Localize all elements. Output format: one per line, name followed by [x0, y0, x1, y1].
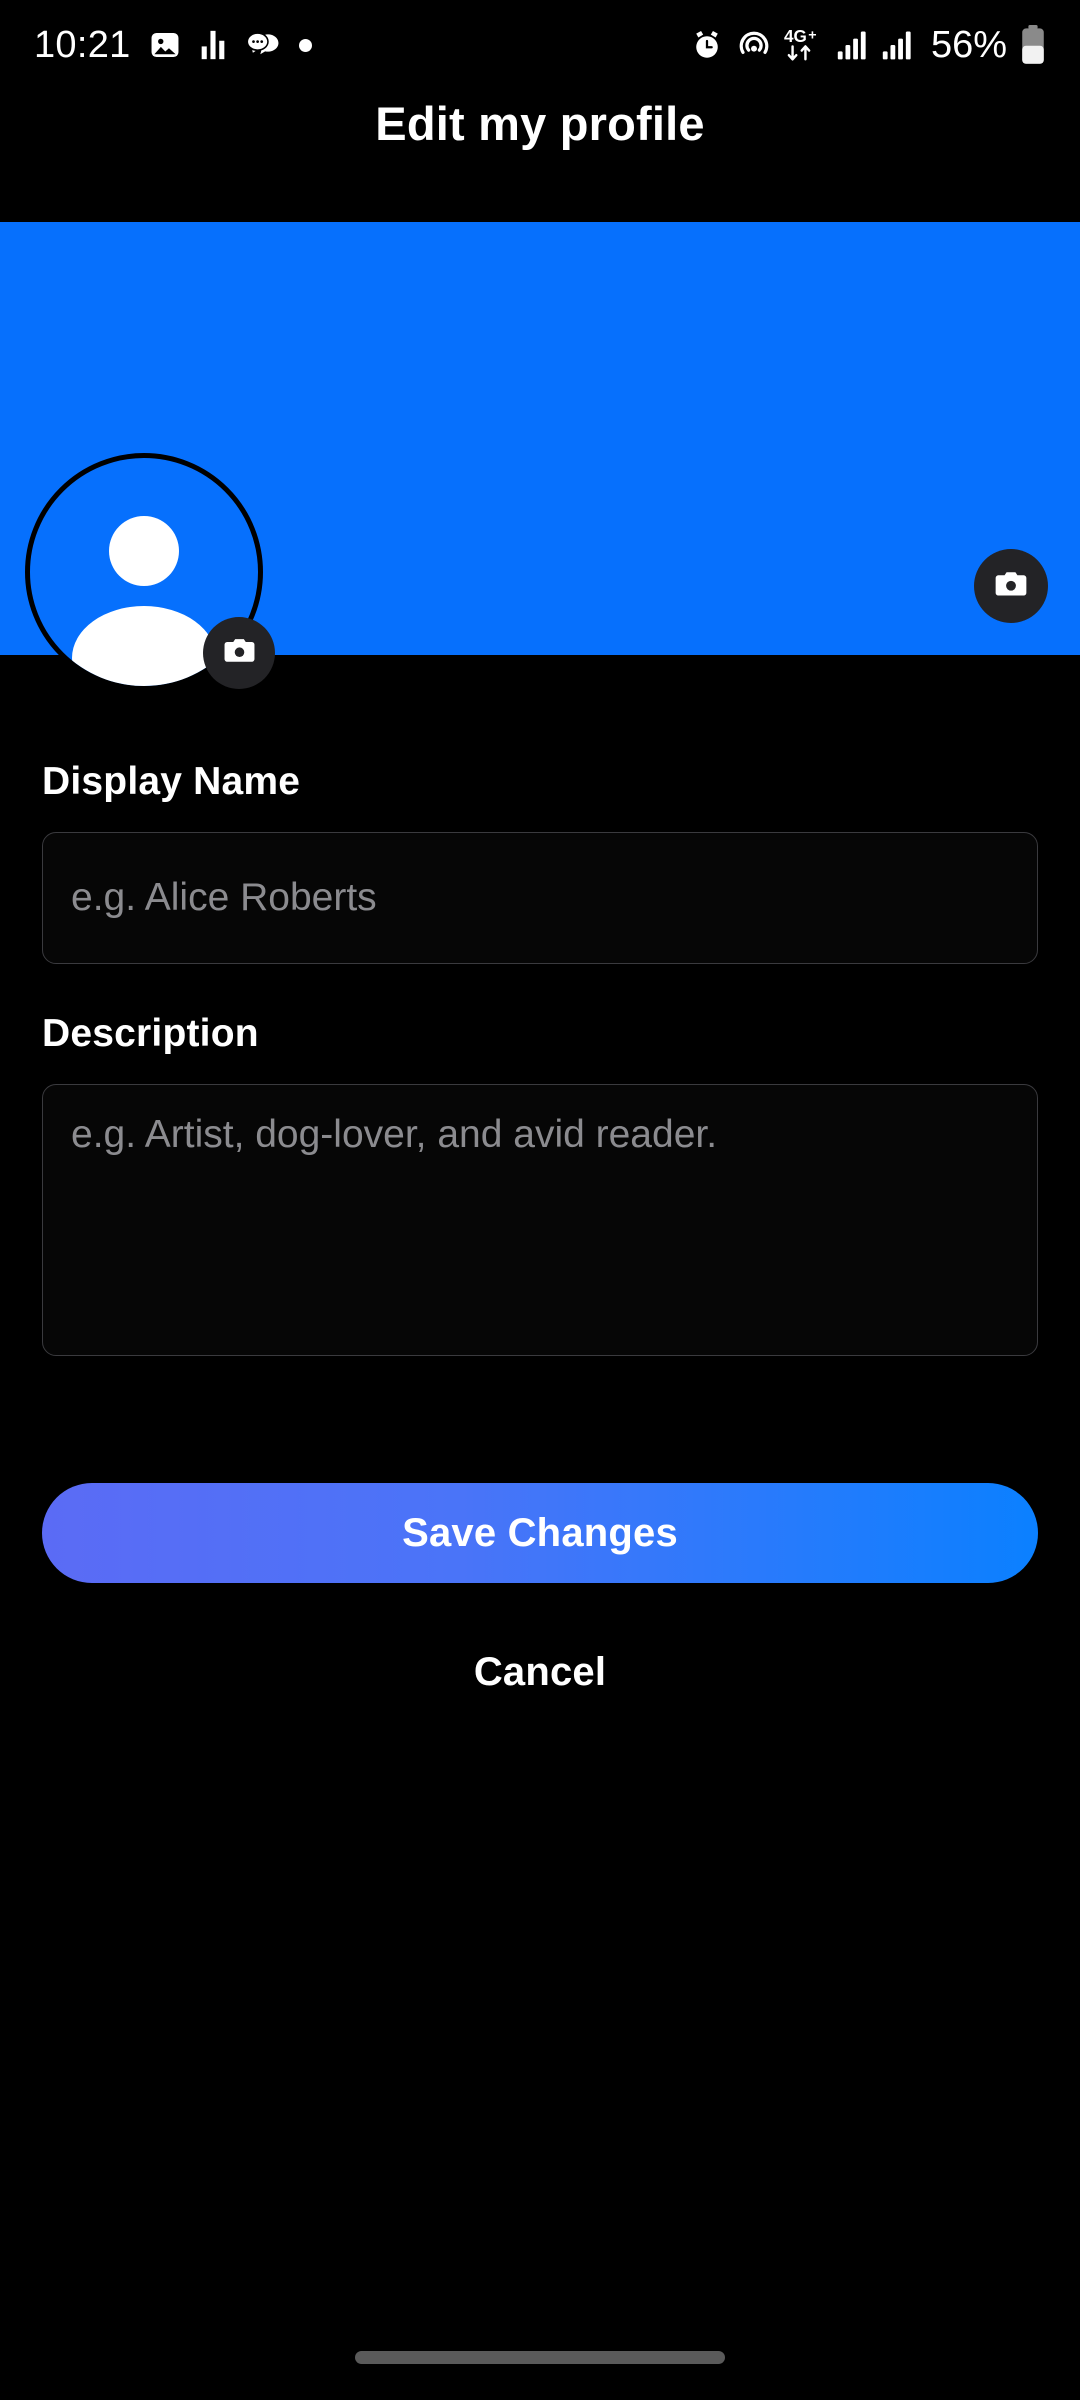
alarm-icon — [690, 28, 724, 62]
bar-chart-icon — [199, 28, 227, 62]
signal-bars-icon-1 — [837, 30, 869, 60]
display-name-placeholder: e.g. Alice Roberts — [71, 876, 377, 919]
avatar-change-photo-button[interactable] — [203, 617, 275, 689]
hotspot-icon — [737, 28, 771, 62]
display-name-label: Display Name — [42, 760, 301, 803]
save-changes-button[interactable]: Save Changes — [42, 1483, 1038, 1583]
status-bar: 10:21 4G + 56% — [0, 0, 1080, 90]
description-input[interactable]: e.g. Artist, dog-lover, and avid reader. — [42, 1084, 1038, 1356]
svg-text:4G: 4G — [784, 26, 807, 46]
description-placeholder: e.g. Artist, dog-lover, and avid reader. — [71, 1113, 718, 1156]
network-4gplus-icon: 4G + — [784, 26, 824, 64]
dot-icon — [298, 38, 312, 52]
status-bar-left: 10:21 — [34, 24, 312, 67]
home-indicator[interactable] — [355, 2351, 725, 2364]
phone-screen: 10:21 4G + 56% Edit my profile Display N… — [0, 0, 1080, 2400]
banner-change-photo-button[interactable] — [974, 549, 1048, 623]
avatar-container[interactable] — [25, 453, 275, 691]
battery-percent-label: 56% — [930, 23, 1007, 66]
display-name-input[interactable]: e.g. Alice Roberts — [42, 832, 1038, 964]
battery-icon — [1020, 25, 1046, 65]
chat-bubble-icon — [244, 28, 282, 62]
svg-text:+: + — [808, 27, 816, 43]
status-bar-right: 4G + 56% — [690, 24, 1046, 67]
cancel-button[interactable]: Cancel — [0, 1650, 1080, 1695]
signal-bars-icon-2 — [882, 30, 914, 60]
camera-icon — [221, 632, 258, 674]
status-bar-clock: 10:21 — [34, 23, 131, 66]
description-label: Description — [42, 1012, 259, 1055]
camera-icon — [992, 565, 1030, 608]
image-icon — [148, 28, 182, 62]
profile-form: Display Name e.g. Alice Roberts Descript… — [0, 760, 1080, 1356]
field-spacer — [42, 964, 1038, 1012]
page-title: Edit my profile — [375, 97, 705, 150]
